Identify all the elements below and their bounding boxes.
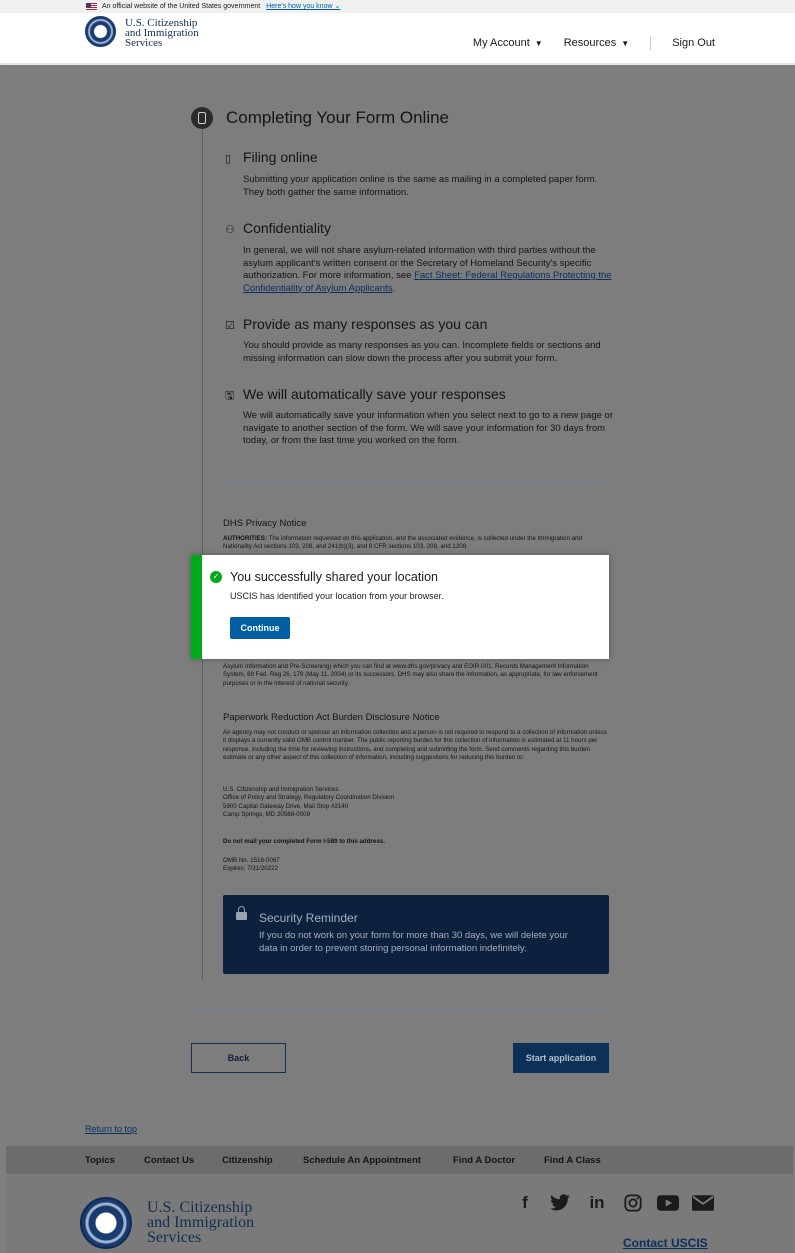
- instagram-icon[interactable]: [620, 1190, 646, 1216]
- privacy-routine-uses-text: Asylum Information and Pre-Screening) wh…: [223, 663, 598, 687]
- security-reminder: Security Reminder If you do not work on …: [223, 895, 609, 974]
- footer-link-contact-us[interactable]: Contact Us: [144, 1155, 194, 1166]
- provide-responses-heading: ☑ Provide as many responses as you can: [225, 316, 488, 332]
- site-header: U.S. Citizenship and Immigration Service…: [0, 13, 795, 65]
- confidentiality-heading: ⚇ Confidentiality: [225, 220, 331, 236]
- auto-save-heading: 🖫 We will automatically save your respons…: [225, 386, 506, 406]
- divider: [223, 482, 609, 483]
- header-nav: My Account ▼ Resources ▼ Sign Out: [452, 36, 715, 50]
- caret-down-icon: ▼: [621, 39, 630, 48]
- phone-icon: [191, 107, 213, 129]
- heres-how-you-know-link[interactable]: Here's how you know ⌄: [266, 3, 340, 10]
- footer-link-topics[interactable]: Topics: [85, 1155, 115, 1166]
- section-title: Completing Your Form Online: [226, 108, 450, 127]
- paperwork-address: U.S. Citizenship and Immigration Service…: [223, 786, 395, 818]
- location-success-alert: ✓ You successfully shared your location …: [191, 555, 609, 659]
- security-reminder-title: Security Reminder: [259, 911, 358, 925]
- save-icon: 🖫: [225, 390, 235, 402]
- checkbox-icon: ☑: [225, 320, 235, 332]
- chevron-down-icon: ⌄: [334, 3, 341, 10]
- uscis-brand[interactable]: U.S. Citizenship and Immigration Service…: [125, 18, 199, 49]
- security-reminder-text: If you do not work on your form for more…: [259, 930, 568, 954]
- dhs-seal-logo[interactable]: [85, 16, 116, 47]
- facebook-icon[interactable]: f: [512, 1190, 538, 1216]
- my-account-menu[interactable]: My Account ▼: [473, 37, 543, 49]
- alert-message: USCIS has identified your location from …: [230, 591, 444, 601]
- us-flag-icon: [86, 3, 97, 10]
- footer-nav: Topics Contact Us Citizenship Schedule A…: [6, 1146, 793, 1174]
- twitter-icon[interactable]: [547, 1190, 573, 1216]
- caret-down-icon: ▼: [534, 39, 543, 48]
- filing-online-heading: ▯ Filing online: [225, 149, 318, 165]
- footer-link-citizenship[interactable]: Citizenship: [222, 1155, 273, 1166]
- privacy-authorities-text: AUTHORITIES: The information requested o…: [223, 535, 582, 551]
- continue-button[interactable]: Continue: [230, 617, 290, 639]
- sign-out-link[interactable]: Sign Out: [672, 37, 715, 49]
- footer-uscis-brand: U.S. Citizenship and Immigration Service…: [147, 1199, 255, 1246]
- back-button[interactable]: Back: [191, 1043, 286, 1073]
- footer-link-find-class[interactable]: Find A Class: [544, 1155, 601, 1166]
- phone-icon: ▯: [225, 153, 232, 165]
- provide-responses-text: You should provide as many responses as …: [243, 340, 601, 364]
- divider: [191, 1008, 609, 1009]
- paperwork-text: An agency may not conduct or sponsor an …: [223, 729, 607, 761]
- gov-banner: An official website of the United States…: [0, 0, 795, 13]
- omb-info: OMB No. 1516-0067 Expires: 7/31/20222: [223, 857, 280, 873]
- footer-link-find-doctor[interactable]: Find A Doctor: [453, 1155, 515, 1166]
- linkedin-icon[interactable]: in: [584, 1190, 610, 1216]
- alert-title: You successfully shared your location: [230, 570, 438, 584]
- lock-icon: [236, 906, 247, 920]
- email-icon[interactable]: [690, 1190, 716, 1216]
- auto-save-text: We will automatically save your informat…: [243, 410, 613, 446]
- privacy-notice-heading: DHS Privacy Notice: [223, 518, 307, 529]
- resources-menu[interactable]: Resources ▼: [564, 37, 630, 49]
- user-lock-icon: ⚇: [225, 224, 235, 236]
- paperwork-heading: Paperwork Reduction Act Burden Disclosur…: [223, 712, 440, 723]
- check-circle-icon: ✓: [210, 571, 222, 583]
- gov-banner-text: An official website of the United States…: [102, 3, 261, 10]
- confidentiality-text: In general, we will not share asylum-rel…: [243, 245, 612, 294]
- contact-uscis-link[interactable]: Contact USCIS: [623, 1236, 708, 1250]
- dhs-seal-logo[interactable]: [80, 1197, 132, 1249]
- do-not-mail-text: Do not mail your completed Form I-589 to…: [223, 838, 385, 845]
- return-to-top-link[interactable]: Return to top: [85, 1124, 137, 1134]
- start-application-button[interactable]: Start application: [513, 1043, 609, 1073]
- nav-divider: [650, 36, 652, 50]
- filing-online-text: Submitting your application online is th…: [243, 174, 598, 198]
- footer-link-schedule-appointment[interactable]: Schedule An Appointment: [303, 1155, 421, 1166]
- youtube-icon[interactable]: [655, 1190, 681, 1216]
